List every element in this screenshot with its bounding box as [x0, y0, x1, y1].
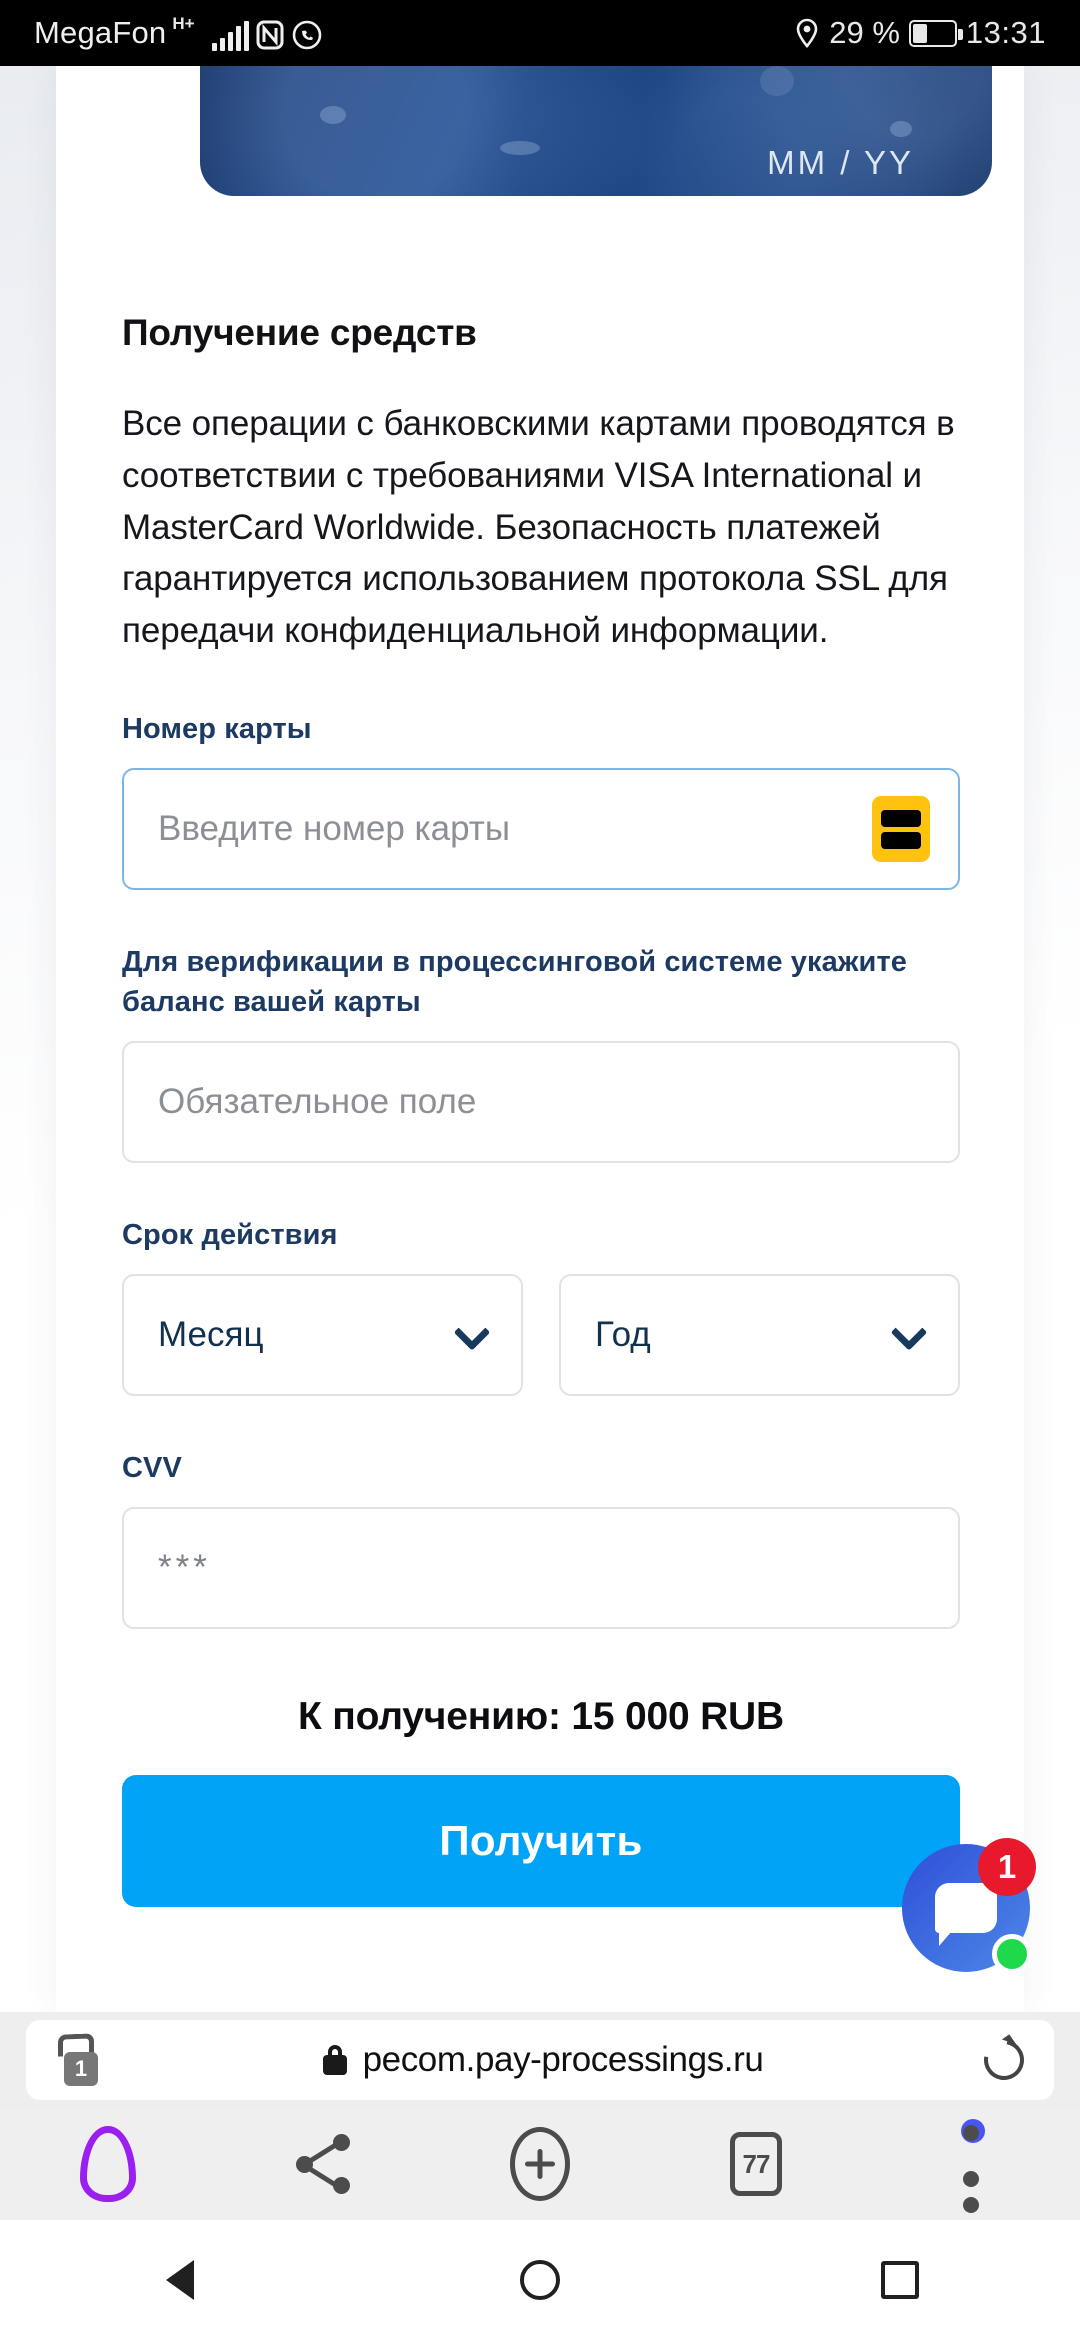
- balance-input[interactable]: Обязательное поле: [122, 1041, 960, 1164]
- network-type-label: H+: [172, 14, 195, 33]
- menu-button[interactable]: [917, 2116, 1027, 2213]
- chevron-down-icon: [453, 1314, 491, 1351]
- total-amount-label: К получению: 15 000 RUB: [297, 1695, 784, 1739]
- status-bar-right: 29 % 13:31: [794, 15, 1046, 51]
- card-brand-icon: [872, 796, 930, 862]
- expiry-group: Срок действия Месяц Год: [122, 1215, 960, 1397]
- clock-label: 13:31: [965, 15, 1046, 50]
- overflow-menu-icon: [961, 2119, 985, 2213]
- credit-card-illustration: MM / YY: [200, 66, 992, 196]
- cvv-group: CVV ***: [122, 1448, 960, 1630]
- home-button[interactable]: [53, 2116, 163, 2212]
- home-circle-icon: [520, 2260, 560, 2300]
- phone-screen: MegaFon H+ 29 % 13:31 MM / YY Получение …: [0, 0, 1080, 2340]
- url-display[interactable]: pecom.pay-processings.ru: [116, 2040, 970, 2080]
- card-expiry-hint: MM / YY: [767, 144, 914, 181]
- expiry-year-value: Год: [595, 1315, 651, 1355]
- chevron-down-icon: [890, 1314, 928, 1351]
- card-number-group: Номер карты Введите номер карты: [122, 709, 960, 890]
- cvv-placeholder: ***: [158, 1548, 211, 1588]
- carrier-label: MegaFon: [34, 15, 167, 50]
- cvv-input[interactable]: ***: [122, 1507, 960, 1630]
- expiry-year-select[interactable]: Год: [559, 1274, 960, 1397]
- form-content: Получение средств Все операции с банковс…: [122, 312, 960, 1908]
- payment-page: MM / YY Получение средств Все операции с…: [56, 66, 1036, 2012]
- balance-placeholder: Обязательное поле: [158, 1082, 477, 1122]
- whatsapp-icon: [293, 20, 322, 50]
- plus-circle-icon: [510, 2127, 570, 2201]
- network-type-indicator: H+: [172, 14, 206, 51]
- browser-urlbar-container: 1 pecom.pay-processings.ru: [0, 2012, 1080, 2108]
- expiry-label: Срок действия: [122, 1219, 338, 1252]
- battery-icon: [908, 19, 963, 47]
- browser-viewport[interactable]: MM / YY Получение средств Все операции с…: [0, 66, 1080, 2012]
- location-pin-icon: [796, 18, 818, 48]
- card-number-label: Номер карты: [122, 712, 312, 745]
- signal-bars-icon: [212, 21, 250, 51]
- browser-urlbar[interactable]: 1 pecom.pay-processings.ru: [26, 2020, 1054, 2100]
- page-title: Получение средств: [122, 312, 477, 353]
- status-bar-left: MegaFon H+: [34, 15, 323, 51]
- url-text: pecom.pay-processings.ru: [362, 2040, 764, 2079]
- chat-widget[interactable]: 1: [902, 1838, 1036, 1974]
- recents-square-icon: [881, 2261, 919, 2299]
- lock-icon: [322, 2045, 347, 2075]
- nav-recents-button[interactable]: [840, 2220, 960, 2340]
- submit-button[interactable]: Получить: [122, 1775, 960, 1908]
- nav-back-button[interactable]: [120, 2220, 240, 2340]
- home-icon: [80, 2126, 136, 2202]
- tabs-button[interactable]: 77: [701, 2116, 811, 2212]
- nfc-icon: [256, 20, 284, 50]
- intro-paragraph: Все операции с банковскими картами прово…: [122, 404, 955, 651]
- card-number-placeholder: Введите номер карты: [158, 809, 510, 848]
- online-dot-icon: [992, 1934, 1032, 1974]
- expiry-selects: Месяц Год: [122, 1274, 960, 1397]
- share-icon: [296, 2134, 352, 2194]
- status-bar: MegaFon H+ 29 % 13:31: [0, 0, 1080, 66]
- tab-counter-icon[interactable]: 1: [56, 2033, 102, 2086]
- cvv-label: CVV: [122, 1452, 182, 1485]
- expiry-month-value: Месяц: [158, 1315, 264, 1355]
- reload-icon[interactable]: [976, 2032, 1032, 2088]
- tab-counter-label: 1: [64, 2052, 98, 2086]
- nav-home-button[interactable]: [480, 2220, 600, 2340]
- balance-label: Для верификации в процессинговой системе…: [122, 946, 907, 1019]
- card-number-input[interactable]: Введите номер карты: [122, 768, 960, 890]
- balance-group: Для верификации в процессинговой системе…: [122, 942, 960, 1164]
- share-button[interactable]: [269, 2116, 379, 2212]
- new-tab-button[interactable]: [485, 2116, 595, 2212]
- back-triangle-icon: [166, 2260, 194, 2300]
- expiry-month-select[interactable]: Месяц: [122, 1274, 523, 1397]
- chat-unread-badge: 1: [978, 1838, 1036, 1896]
- android-nav-bar: [0, 2220, 1080, 2340]
- battery-percent-label: 29 %: [829, 15, 900, 50]
- tabs-icon: 77: [730, 2132, 782, 2196]
- browser-toolbar: 77: [0, 2108, 1080, 2220]
